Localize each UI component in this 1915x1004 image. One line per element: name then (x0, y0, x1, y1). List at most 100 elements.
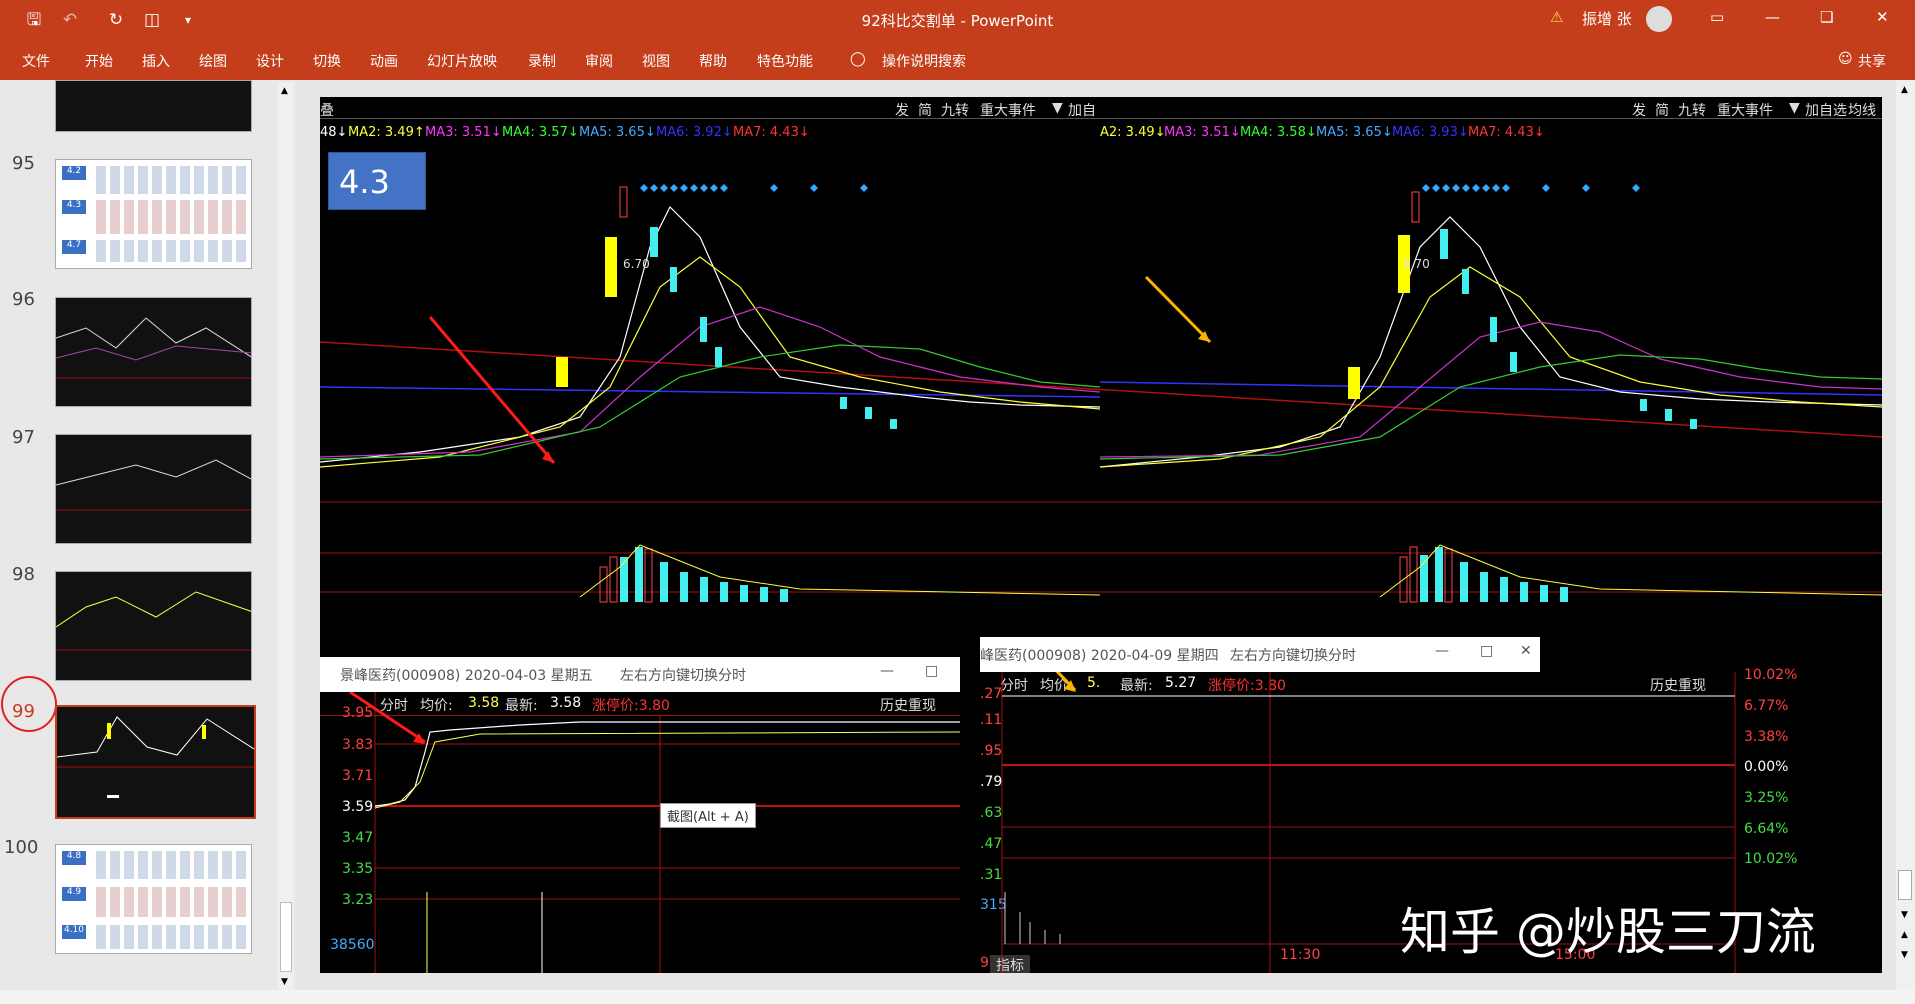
scroll-up-icon[interactable]: ▲ (281, 86, 288, 96)
thumb-table (96, 925, 246, 949)
thumb-label: 4.9 (62, 887, 86, 901)
tab-insert[interactable]: 插入 (142, 51, 170, 71)
scroll-thumb[interactable] (280, 902, 292, 972)
tell-me-search[interactable]: 操作说明搜索 (882, 51, 966, 71)
right-edge-strip (1855, 672, 1882, 973)
right-chart-toolbar: 发 简 九转 重大事件 ▼ 加自选 均线 (1100, 97, 1882, 119)
tab-review[interactable]: 审阅 (585, 51, 613, 71)
ribbon-display-icon[interactable]: ▭ (1710, 8, 1724, 26)
slide-thumbnail-94[interactable] (55, 80, 252, 132)
tab-transitions[interactable]: 切换 (313, 51, 341, 71)
toolbar-btn-jian[interactable]: 简 (1655, 100, 1669, 120)
scroll-thumb[interactable] (1898, 870, 1912, 900)
toolbar-btn-jiuzhuan[interactable]: 九转 (1678, 100, 1706, 120)
tab-record[interactable]: 录制 (528, 51, 556, 71)
slide-canvas[interactable]: 叠 发 简 九转 重大事件 ▼ 加自 发 简 九转 重大事件 ▼ 加自选 均线 … (320, 97, 1882, 973)
left-intraday-popup-header: 景峰医药(000908) 2020-04-03 星期五 左右方向键切换分时 — … (320, 657, 960, 692)
annotation-circle (1, 676, 57, 732)
popup-minimize-icon[interactable]: — (880, 663, 894, 679)
tab-animations[interactable]: 动画 (370, 51, 398, 71)
slide-number: 100 (4, 837, 39, 858)
popup-hint: 左右方向键切换分时 (1230, 648, 1356, 664)
slide-thumbnail-95[interactable]: 4.2 4.3 4.7 (55, 159, 252, 269)
popup-title: 景峰医药(000908) 2020-04-03 星期五 (340, 668, 593, 684)
slide-thumbnail-99[interactable] (55, 705, 256, 819)
thumb-chart (56, 591, 251, 651)
close-icon[interactable]: ✕ (1876, 8, 1889, 26)
slide-thumbnails-pane: 95 4.2 4.3 4.7 96 97 98 99 100 4.8 4.9 4… (0, 80, 296, 990)
thumb-label: 4.10 (62, 925, 86, 939)
thumb-table (96, 887, 246, 917)
avatar[interactable] (1646, 6, 1672, 32)
toolbar-btn-add-watchlist[interactable]: 加自选 (1805, 100, 1847, 120)
editor-scrollbar[interactable]: ▲ ▼ ▲ ▼ (1896, 80, 1915, 990)
popup-hint: 左右方向键切换分时 (620, 668, 746, 684)
tab-home[interactable]: 开始 (85, 51, 113, 71)
toolbar-btn-fa[interactable]: 发 (895, 100, 909, 120)
thumb-label: 4.2 (62, 166, 86, 180)
thumb-chart (56, 459, 251, 511)
restore-icon[interactable]: ❏ (1820, 8, 1833, 26)
popup-maximize-icon[interactable]: □ (925, 663, 938, 679)
tab-design[interactable]: 设计 (256, 51, 284, 71)
slide-thumbnail-97[interactable] (55, 434, 252, 544)
thumb-table (96, 200, 246, 234)
toolbar-btn-add[interactable]: 加自 (1068, 100, 1096, 120)
minimize-icon[interactable]: — (1765, 8, 1780, 26)
next-slide-icon[interactable]: ▼ (1901, 950, 1908, 960)
toolbar-dropdown-icon[interactable]: ▼ (1052, 100, 1063, 116)
slide-thumbnail-100[interactable]: 4.8 4.9 4.10 (55, 844, 252, 954)
intraday-lines (349, 692, 960, 973)
tab-features[interactable]: 特色功能 (757, 51, 813, 71)
scroll-down-icon[interactable]: ▼ (1901, 910, 1908, 920)
lightbulb-icon: ◯ (850, 51, 866, 67)
left-intraday-chart: 分时 均价: 3.58 最新: 3.58 涨停价:3.80 历史重现 3.95 … (320, 692, 960, 973)
kline-charts (320, 184, 1882, 603)
thumb-label: 4.3 (62, 200, 86, 214)
scroll-down-icon[interactable]: ▼ (281, 977, 288, 987)
thumb-table (96, 166, 246, 194)
left-chart-toolbar: 叠 发 简 九转 重大事件 ▼ 加自 (320, 97, 1100, 119)
status-bar (0, 990, 1915, 1004)
thumb-label: 4.7 (62, 240, 86, 254)
toolbar-btn-jian[interactable]: 简 (918, 100, 932, 120)
watermark: 知乎 @炒股三刀流 (1400, 903, 1816, 961)
peak-price-label: 6.70 (623, 257, 650, 271)
screenshot-tooltip: 截图(Alt + A) (660, 803, 756, 828)
toolbar-btn-major-events[interactable]: 重大事件 (980, 100, 1036, 120)
thumb-table (96, 851, 246, 879)
toolbar-btn-major-events[interactable]: 重大事件 (1717, 100, 1773, 120)
thumb-chart (57, 716, 254, 798)
popup-close-icon[interactable]: ✕ (1520, 643, 1532, 659)
slide-number: 98 (12, 564, 35, 585)
slide-thumbnail-98[interactable] (55, 571, 252, 681)
toolbar-btn-jiuzhuan[interactable]: 九转 (941, 100, 969, 120)
toolbar-btn-ma[interactable]: 均线 (1848, 100, 1876, 120)
share-icon[interactable]: ☺ (1838, 51, 1853, 67)
slide-number: 97 (12, 427, 35, 448)
share-button[interactable]: 共享 (1858, 51, 1886, 71)
title-bar: 🖫 ↶ ↻ ◫ ▾ 92科比交割单 - PowerPoint ⚠ 振增 张 ▭ … (0, 0, 1915, 40)
right-intraday-popup-header: 峰医药(000908) 2020-04-09 星期四 左右方向键切换分时 — □… (980, 637, 1540, 672)
popup-maximize-icon[interactable]: □ (1480, 643, 1493, 659)
tab-slideshow[interactable]: 幻灯片放映 (427, 51, 497, 71)
popup-minimize-icon[interactable]: — (1435, 643, 1449, 659)
prev-slide-icon[interactable]: ▲ (1901, 930, 1908, 940)
thumb-table (96, 240, 246, 262)
thumb-label: 4.8 (62, 851, 86, 865)
thumbnails-scrollbar[interactable]: ▲ ▼ (278, 82, 294, 992)
thumb-chart (56, 317, 251, 379)
warning-icon[interactable]: ⚠ (1550, 8, 1563, 26)
peak-price-label: 6.70 (1403, 257, 1430, 271)
mid-axis-strip (960, 657, 980, 973)
scroll-up-icon[interactable]: ▲ (1901, 85, 1908, 95)
tab-file[interactable]: 文件 (22, 51, 50, 71)
toolbar-dropdown-icon[interactable]: ▼ (1789, 100, 1800, 116)
user-name[interactable]: 振增 张 (1582, 8, 1632, 29)
tab-view[interactable]: 视图 (642, 51, 670, 71)
tab-help[interactable]: 帮助 (699, 51, 727, 71)
slide-thumbnail-96[interactable] (55, 297, 252, 407)
toolbar-btn-fa[interactable]: 发 (1632, 100, 1646, 120)
tab-draw[interactable]: 绘图 (199, 51, 227, 71)
left-chart-label: 叠 (320, 103, 334, 119)
